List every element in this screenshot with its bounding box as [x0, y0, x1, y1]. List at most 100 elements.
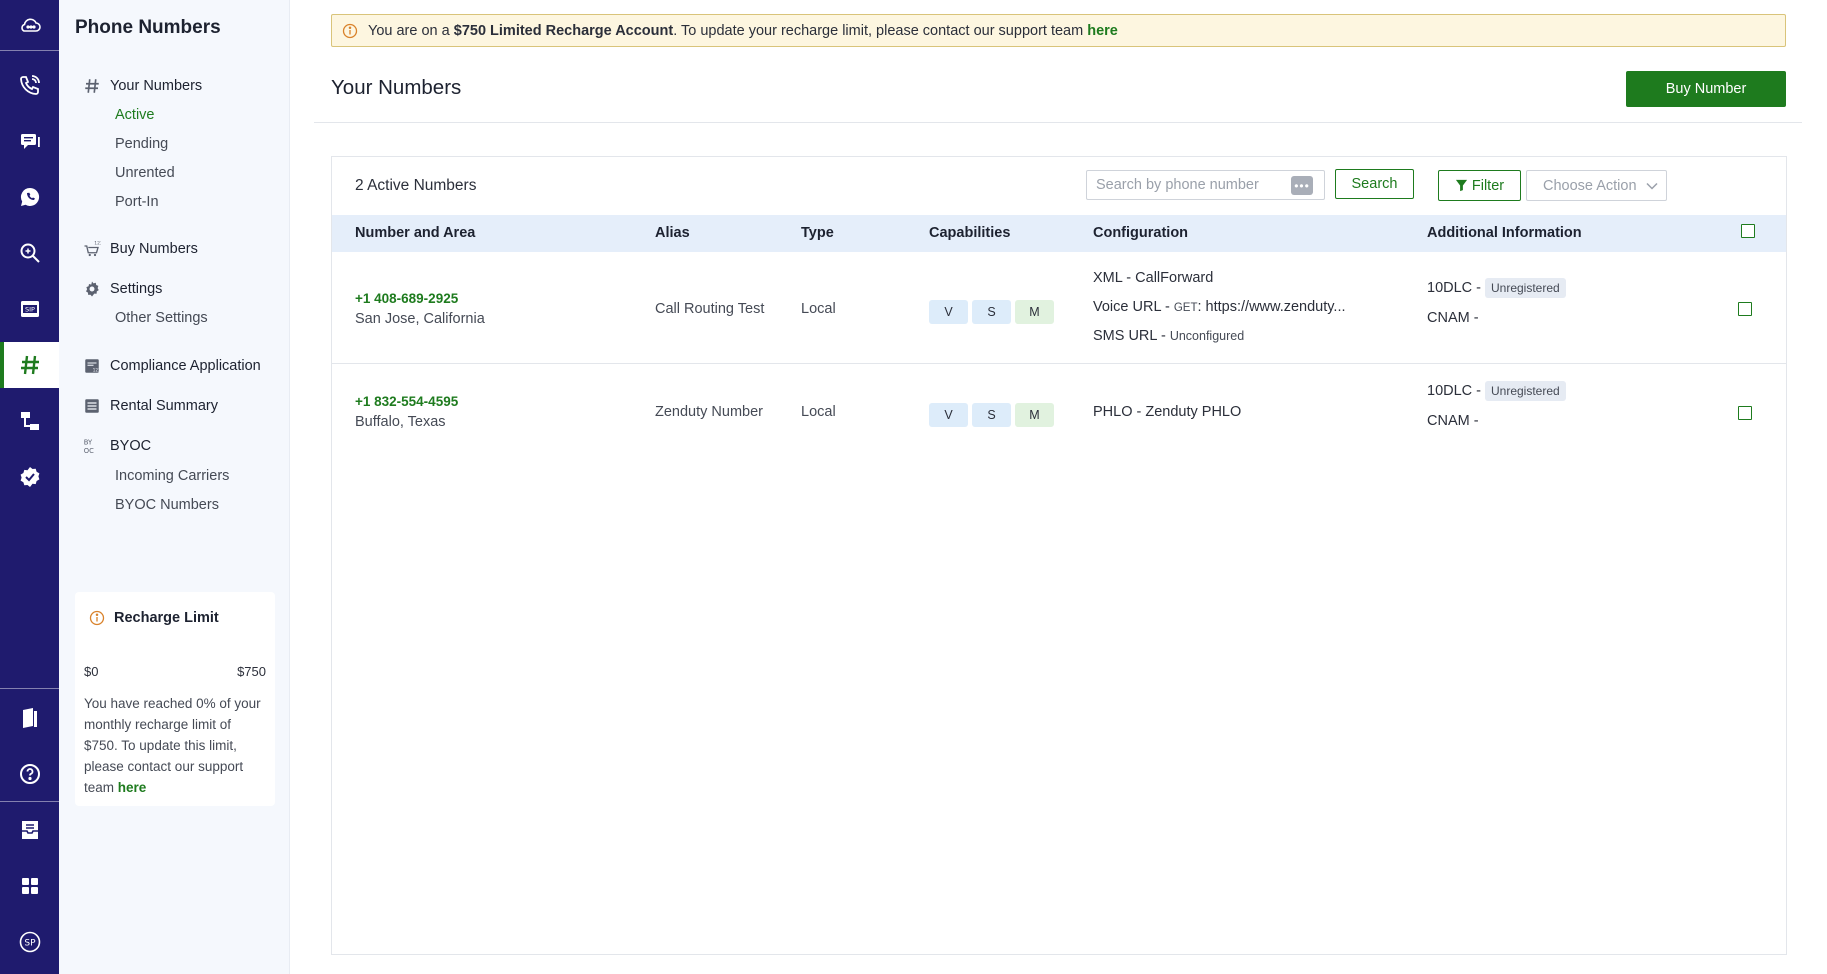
nav-sub-incoming-carriers[interactable]: Incoming Carriers [115, 468, 229, 484]
phone-numbers-subnav: Phone Numbers Your Numbers Active Pendin… [59, 0, 290, 974]
svg-text:123: 123 [93, 367, 101, 372]
tendlc-status-badge: Unregistered [1485, 278, 1566, 298]
banner-bold: $750 Limited Recharge Account [453, 22, 674, 39]
list-icon [85, 399, 99, 413]
recharge-support-link[interactable]: here [118, 780, 147, 795]
chevron-down-icon [1645, 182, 1658, 190]
config-xml-label: XML - [1093, 270, 1132, 286]
voice-call-icon[interactable] [0, 62, 59, 108]
table-header: Number and Area Alias Type Capabilities … [332, 215, 1786, 252]
type: Local [801, 404, 836, 420]
col-number-area: Number and Area [355, 225, 476, 241]
search-button[interactable]: Search [1335, 169, 1414, 199]
nav-byoc-label: BYOC [110, 438, 152, 454]
nav-compliance-application[interactable]: 123 Compliance Application [83, 357, 261, 375]
tendlc-info: 10DLC - Unregistered [1427, 278, 1566, 298]
nav-sub-unrented[interactable]: Unrented [115, 165, 175, 181]
banner-text: You are on a $750 Limited Recharge Accou… [368, 23, 1118, 39]
header-divider [314, 122, 1802, 123]
sip-trunk-icon[interactable]: SIP [0, 286, 59, 332]
svg-text:SIP: SIP [25, 306, 35, 314]
svg-text:SP: SP [24, 939, 36, 949]
svg-text:OC: OC [84, 447, 94, 455]
svg-text:123: 123 [94, 241, 101, 247]
recharge-message-text: You have reached 0% of your monthly rech… [84, 696, 261, 795]
capability-voice-badge: V [929, 300, 968, 324]
nav-settings[interactable]: Settings [83, 280, 162, 298]
capability-sms-badge: S [972, 300, 1011, 324]
whatsapp-icon[interactable] [0, 174, 59, 220]
col-alias: Alias [655, 225, 690, 241]
recharge-limit-title: Recharge Limit [114, 610, 219, 626]
nav-sub-byoc-numbers[interactable]: BYOC Numbers [115, 497, 219, 513]
nav-rental-summary[interactable]: Rental Summary [83, 397, 218, 415]
capability-mms-badge: M [1015, 403, 1054, 427]
filter-button[interactable]: Filter [1438, 170, 1521, 201]
search-input[interactable] [1086, 170, 1325, 200]
alias: Call Routing Test [655, 301, 765, 317]
config-xml-value[interactable]: CallForward [1135, 270, 1213, 286]
numbers-table-card: 2 Active Numbers ••• Search Filter Choos… [331, 156, 1787, 955]
nav-buy-numbers-label: Buy Numbers [110, 241, 198, 257]
config-sms-value: Unconfigured [1169, 329, 1245, 343]
docs-book-icon[interactable] [0, 695, 59, 741]
config-xml: XML - CallForward [1093, 270, 1213, 286]
table-row: +1 832-554-4595 Buffalo, Texas Zenduty N… [332, 364, 1786, 464]
nav-byoc[interactable]: BY OC BYOC [83, 437, 151, 455]
svg-text:BY: BY [84, 439, 93, 447]
active-count: 2 Active Numbers [355, 177, 477, 194]
config-voice-value: : https://www.zenduty... [1197, 299, 1346, 315]
phone-number[interactable]: +1 832-554-4595 [355, 394, 458, 409]
config-phlo[interactable]: PHLO - Zenduty PHLO [1093, 404, 1241, 420]
recharge-max: $750 [237, 664, 266, 679]
nav-your-numbers[interactable]: Your Numbers [83, 77, 202, 95]
capability-mms-badge: M [1015, 300, 1054, 324]
verified-badge-icon[interactable] [0, 454, 59, 500]
col-type: Type [801, 225, 834, 241]
tendlc-info: 10DLC - Unregistered [1427, 381, 1566, 401]
nav-sub-pending[interactable]: Pending [115, 136, 168, 152]
row-checkbox[interactable] [1738, 302, 1752, 316]
phone-number[interactable]: +1 408-689-2925 [355, 291, 458, 306]
banner-support-link[interactable]: here [1087, 23, 1118, 39]
help-icon[interactable] [0, 751, 59, 797]
tendlc-label: 10DLC - [1427, 279, 1481, 296]
choose-action-select[interactable]: Choose Action [1526, 170, 1667, 201]
banner-suffix: . To update your recharge limit, please … [673, 22, 1084, 39]
phlo-flow-icon[interactable] [0, 398, 59, 444]
buy-number-button[interactable]: Buy Number [1626, 71, 1786, 107]
lookup-icon[interactable] [0, 230, 59, 276]
inbox-icon[interactable] [0, 807, 59, 853]
messaging-icon[interactable] [0, 118, 59, 164]
user-avatar-icon[interactable]: SP [0, 919, 59, 965]
config-voice-url: Voice URL - GET: https://www.zenduty... [1093, 299, 1346, 315]
more-options-icon[interactable]: ••• [1291, 176, 1313, 195]
nav-your-numbers-label: Your Numbers [110, 78, 203, 94]
apps-grid-icon[interactable] [0, 863, 59, 909]
recharge-min: $0 [84, 664, 99, 679]
cnam-info: CNAM - [1427, 310, 1479, 326]
number-location: Buffalo, Texas [355, 414, 446, 430]
nav-buy-numbers[interactable]: 123 Buy Numbers [83, 240, 198, 258]
nav-settings-label: Settings [110, 281, 163, 297]
banner-prefix: You are on a [368, 22, 450, 39]
nav-compliance-label: Compliance Application [110, 358, 261, 374]
compliance-icon: 123 [85, 359, 101, 373]
capability-sms-badge: S [972, 403, 1011, 427]
cloud-logo-icon[interactable] [0, 2, 59, 48]
page-title: Your Numbers [331, 76, 462, 99]
byoc-icon: BYOC [84, 439, 94, 455]
alias: Zenduty Number [655, 404, 763, 420]
phone-numbers-hash-icon[interactable] [0, 342, 59, 388]
gear-icon [86, 281, 99, 297]
funnel-icon [1455, 179, 1467, 192]
recharge-message: You have reached 0% of your monthly rech… [84, 693, 268, 798]
row-checkbox[interactable] [1738, 406, 1752, 420]
config-sms-url: SMS URL - Unconfigured [1093, 328, 1244, 344]
recharge-banner: You are on a $750 Limited Recharge Accou… [331, 14, 1786, 47]
nav-sub-active[interactable]: Active [115, 107, 155, 123]
select-all-checkbox[interactable] [1741, 224, 1755, 238]
nav-sub-other-settings[interactable]: Other Settings [115, 310, 208, 326]
nav-sub-port-in[interactable]: Port-In [115, 194, 159, 210]
table-row: +1 408-689-2925 San Jose, California Cal… [332, 252, 1786, 364]
